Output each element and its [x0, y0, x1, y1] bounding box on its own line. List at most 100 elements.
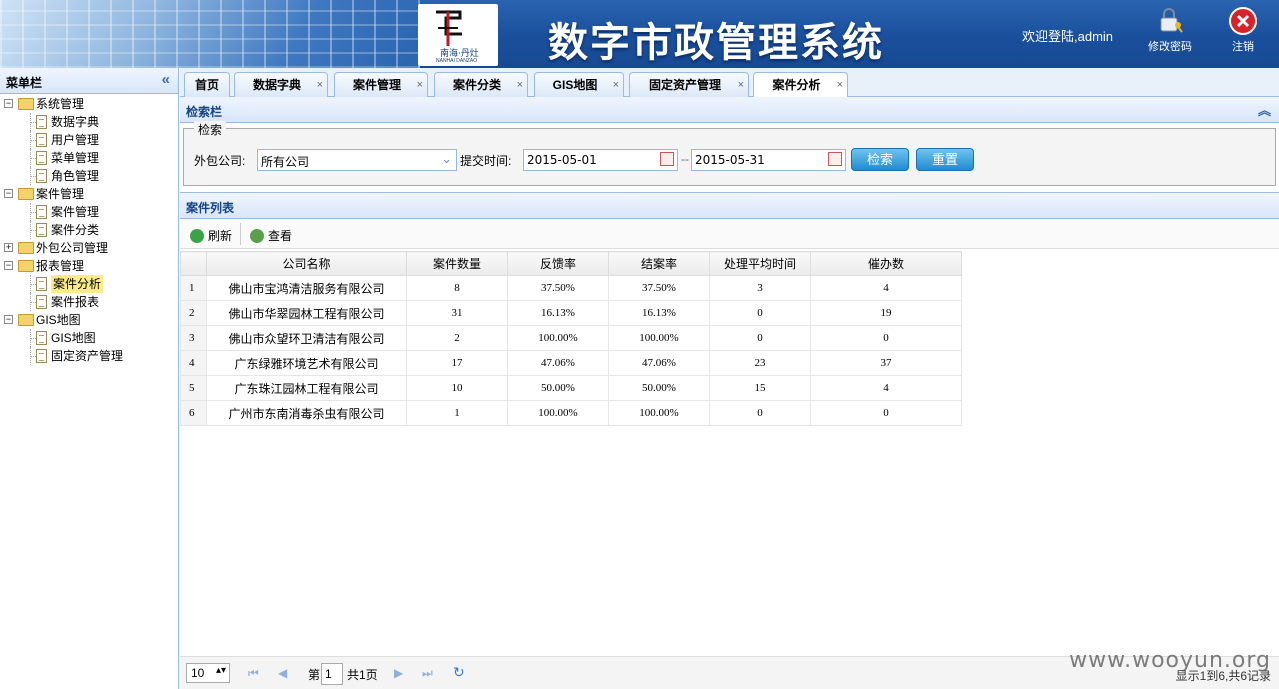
- table-cell: 100.00%: [507, 325, 609, 351]
- last-page-icon[interactable]: ⏭: [422, 666, 433, 681]
- time-label: 提交时间:: [460, 154, 512, 168]
- column-header[interactable]: 反馈率: [507, 251, 609, 276]
- row-number-header: [180, 251, 207, 276]
- sidebar-item[interactable]: 案件报表: [0, 293, 178, 311]
- logout-button[interactable]: 注销: [1228, 6, 1258, 54]
- tab-label: 案件管理: [352, 78, 401, 92]
- date-to-field[interactable]: 2015-05-31: [691, 149, 846, 171]
- row-number: 4: [180, 350, 207, 376]
- search-panel-header: 检索栏 ︽: [180, 97, 1279, 123]
- sidebar-item[interactable]: 角色管理: [0, 167, 178, 185]
- collapse-panel-icon[interactable]: ︽: [1258, 100, 1271, 119]
- sidebar-item[interactable]: − 报表管理: [0, 257, 178, 275]
- reset-button[interactable]: 重置: [916, 148, 974, 171]
- tab[interactable]: GIS地图 ×: [534, 72, 624, 97]
- column-header[interactable]: 案件数量: [406, 251, 508, 276]
- sidebar-item-label: 菜单管理: [51, 151, 100, 165]
- file-icon: [36, 223, 47, 237]
- sidebar-item-label: 角色管理: [51, 169, 100, 183]
- calendar-icon[interactable]: [660, 152, 674, 166]
- close-tab-icon[interactable]: ×: [613, 73, 619, 97]
- collapse-sidebar-icon[interactable]: «: [162, 71, 170, 88]
- tab-label: GIS地图: [552, 78, 598, 92]
- tab[interactable]: 数据字典 ×: [234, 72, 328, 97]
- row-number: 6: [180, 400, 207, 426]
- table-header-row: 公司名称 案件数量 反馈率 结案率 处理平均时间 催办数: [180, 251, 962, 276]
- change-password-button[interactable]: 修改密码: [1148, 6, 1192, 54]
- header-banner-image: [0, 0, 420, 68]
- table-cell: 100.00%: [608, 325, 710, 351]
- table-cell: 0: [709, 300, 811, 326]
- sidebar-item[interactable]: 数据字典: [0, 113, 178, 131]
- reload-icon[interactable]: ↻: [453, 664, 465, 681]
- sidebar-item[interactable]: + 外包公司管理: [0, 239, 178, 257]
- file-icon: [36, 277, 47, 291]
- toolbar-divider: [240, 223, 241, 245]
- table-cell: 2: [406, 325, 508, 351]
- sidebar-item[interactable]: 案件管理: [0, 203, 178, 221]
- sidebar-item[interactable]: − 系统管理: [0, 95, 178, 113]
- first-page-icon[interactable]: ⏮: [248, 666, 259, 681]
- table-row[interactable]: 6 广州市东南消毒杀虫有限公司 1 100.00% 100.00% 0 0: [180, 400, 962, 426]
- collapse-toggle-icon[interactable]: −: [4, 99, 13, 108]
- folder-icon: [18, 242, 34, 254]
- table-cell: 0: [810, 400, 962, 426]
- column-header[interactable]: 结案率: [608, 251, 710, 276]
- welcome-text: 欢迎登陆,admin: [1022, 29, 1114, 44]
- view-button[interactable]: 查看: [250, 227, 292, 244]
- sidebar-item[interactable]: 菜单管理: [0, 149, 178, 167]
- search-panel-title: 检索栏: [186, 105, 223, 119]
- case-list-title: 案件列表: [186, 201, 235, 215]
- table-row[interactable]: 1 佛山市宝鸿清洁服务有限公司 8 37.50% 37.50% 3 4: [180, 275, 962, 301]
- tab[interactable]: 首页: [184, 72, 230, 97]
- sidebar-item[interactable]: 案件分类: [0, 221, 178, 239]
- table-row[interactable]: 5 广东珠江园林工程有限公司 10 50.00% 50.00% 15 4: [180, 375, 962, 401]
- search-button[interactable]: 检索: [851, 148, 909, 171]
- table-cell: 10: [406, 375, 508, 401]
- table-row[interactable]: 4 广东绿雅环境艺术有限公司 17 47.06% 47.06% 23 37: [180, 350, 962, 376]
- tab[interactable]: 固定资产管理 ×: [629, 72, 749, 97]
- view-label: 查看: [268, 229, 293, 243]
- close-tab-icon[interactable]: ×: [517, 73, 523, 97]
- column-header[interactable]: 处理平均时间: [709, 251, 811, 276]
- tab[interactable]: 案件分析 ×: [753, 72, 848, 98]
- page-number-input[interactable]: 1: [321, 663, 343, 685]
- sidebar-item[interactable]: − GIS地图: [0, 311, 178, 329]
- close-tab-icon[interactable]: ×: [738, 73, 744, 97]
- sidebar-item[interactable]: 案件分析: [0, 275, 178, 293]
- page-size-select[interactable]: 10 ▴▾: [186, 663, 230, 683]
- sidebar-item[interactable]: 用户管理: [0, 131, 178, 149]
- table-row[interactable]: 2 佛山市华翠园林工程有限公司 31 16.13% 16.13% 0 19: [180, 300, 962, 326]
- next-page-icon[interactable]: ▶: [394, 666, 403, 680]
- sidebar-item-label: 固定资产管理: [51, 349, 124, 363]
- collapse-toggle-icon[interactable]: −: [4, 315, 13, 324]
- tab-label: 固定资产管理: [648, 78, 721, 92]
- refresh-button[interactable]: 刷新: [190, 227, 232, 244]
- column-header[interactable]: 公司名称: [206, 251, 407, 276]
- close-tab-icon[interactable]: ×: [317, 73, 323, 97]
- table-cell: 3: [709, 275, 811, 301]
- tab[interactable]: 案件分类 ×: [434, 72, 528, 97]
- file-icon: [36, 349, 47, 363]
- sidebar-item[interactable]: GIS地图: [0, 329, 178, 347]
- company-select[interactable]: 所有公司 ⌄: [257, 149, 457, 171]
- prev-page-icon[interactable]: ◀: [278, 666, 287, 680]
- collapse-toggle-icon[interactable]: −: [4, 261, 13, 270]
- tab[interactable]: 案件管理 ×: [334, 72, 428, 97]
- sidebar-item[interactable]: − 案件管理: [0, 185, 178, 203]
- collapse-toggle-icon[interactable]: −: [4, 189, 13, 198]
- calendar-icon[interactable]: [828, 152, 842, 166]
- tab-label: 首页: [194, 78, 219, 92]
- folder-icon: [18, 98, 34, 110]
- date-from-field[interactable]: 2015-05-01: [523, 149, 678, 171]
- expand-toggle-icon[interactable]: +: [4, 243, 13, 252]
- column-header[interactable]: 催办数: [810, 251, 962, 276]
- close-tab-icon[interactable]: ×: [417, 73, 423, 97]
- sidebar-item[interactable]: 固定资产管理: [0, 347, 178, 365]
- table-row[interactable]: 3 佛山市众望环卫清洁有限公司 2 100.00% 100.00% 0 0: [180, 325, 962, 351]
- view-eye-icon: [250, 229, 264, 243]
- close-tab-icon[interactable]: ×: [837, 73, 843, 97]
- app-header: 南海·丹灶 NANHAI DANZAO 数字市政管理系统 欢迎登陆,admin …: [0, 0, 1279, 68]
- tab-bar: 首页 数据字典 × 案件管理 × 案件分类 × GIS地图 × 固定资产管理 × 案件分析 ×: [180, 68, 1279, 98]
- sidebar-header: 菜单栏 «: [0, 68, 178, 94]
